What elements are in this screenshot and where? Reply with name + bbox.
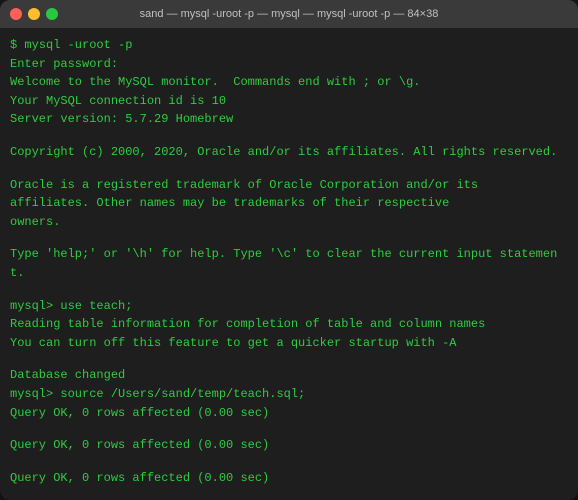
title-bar: sand — mysql -uroot -p — mysql — mysql -… xyxy=(0,0,578,28)
terminal-body[interactable]: $ mysql -uroot -pEnter password:Welcome … xyxy=(0,28,578,500)
output-line: Query OK, 0 rows affected (0.00 sec) xyxy=(10,404,568,423)
output-line: Type 'help;' or '\h' for help. Type '\c'… xyxy=(10,245,568,282)
empty-line xyxy=(10,283,568,297)
minimize-button[interactable] xyxy=(28,8,40,20)
output-line: Reading table information for completion… xyxy=(10,315,568,334)
output-line: affiliates. Other names may be trademark… xyxy=(10,194,568,213)
traffic-lights xyxy=(10,8,58,20)
maximize-button[interactable] xyxy=(46,8,58,20)
empty-line xyxy=(10,162,568,176)
output-line: Copyright (c) 2000, 2020, Oracle and/or … xyxy=(10,143,568,162)
output-line: Server version: 5.7.29 Homebrew xyxy=(10,110,568,129)
empty-line xyxy=(10,422,568,436)
output-line: owners. xyxy=(10,213,568,232)
empty-line xyxy=(10,455,568,469)
terminal-window: sand — mysql -uroot -p — mysql — mysql -… xyxy=(0,0,578,500)
output-line: Your MySQL connection id is 10 xyxy=(10,92,568,111)
output-line: Query OK, 0 rows affected (0.00 sec) xyxy=(10,436,568,455)
output-line: You can turn off this feature to get a q… xyxy=(10,334,568,353)
prompt-line: $ mysql -uroot -p xyxy=(10,36,568,55)
empty-line xyxy=(10,487,568,500)
empty-line xyxy=(10,231,568,245)
output-line: Query OK, 0 rows affected (0.00 sec) xyxy=(10,469,568,488)
mysql-prompt-line: mysql> use teach; xyxy=(10,297,568,316)
window-title: sand — mysql -uroot -p — mysql — mysql -… xyxy=(140,8,439,20)
close-button[interactable] xyxy=(10,8,22,20)
output-line: Database changed xyxy=(10,366,568,385)
empty-line xyxy=(10,129,568,143)
mysql-prompt-line: mysql> source /Users/sand/temp/teach.sql… xyxy=(10,385,568,404)
output-line: Welcome to the MySQL monitor. Commands e… xyxy=(10,73,568,92)
empty-line xyxy=(10,352,568,366)
output-line: Enter password: xyxy=(10,55,568,74)
output-line: Oracle is a registered trademark of Orac… xyxy=(10,176,568,195)
